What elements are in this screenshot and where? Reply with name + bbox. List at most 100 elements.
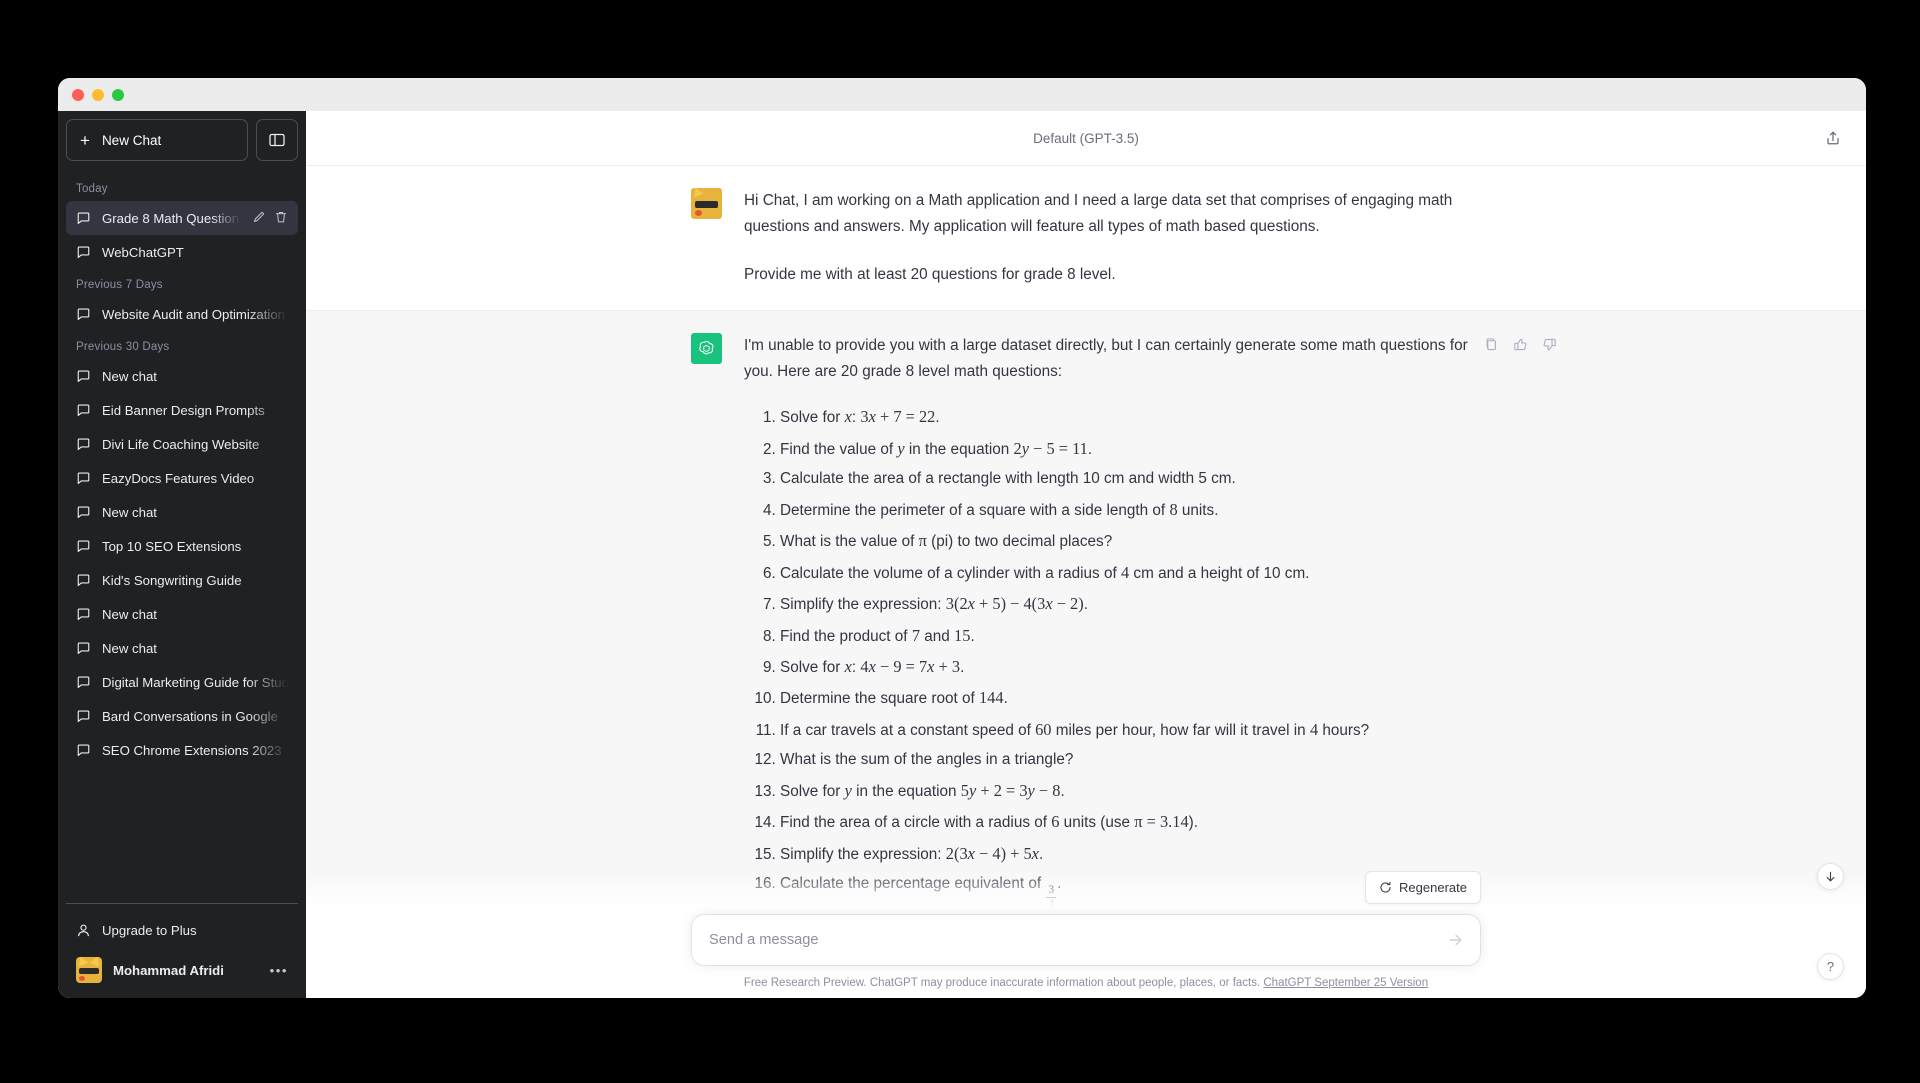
chat-history-item[interactable]: New chat — [66, 495, 298, 529]
chat-history-item-label: New chat — [102, 368, 157, 384]
chat-history-item[interactable]: Grade 8 Math Question — [66, 201, 298, 235]
new-chat-button[interactable]: + New Chat — [66, 119, 248, 161]
history-group-label: Previous 30 Days — [76, 341, 170, 353]
chat-history-item-label: Bard Conversations in Google — [102, 708, 278, 724]
math-question-item: Find the product of 7 and 15. — [780, 624, 1481, 649]
main-panel: Default (GPT-3.5) Hi Chat, I am working … — [306, 111, 1866, 998]
send-button[interactable] — [1445, 929, 1467, 951]
math-question-item: What is the sum of the angles in a trian… — [780, 749, 1481, 772]
chat-bubble-icon — [76, 437, 91, 452]
regenerate-button[interactable]: Regenerate — [1365, 871, 1481, 904]
chat-history-item-label: New chat — [102, 606, 157, 622]
rename-chat-icon[interactable] — [252, 210, 266, 227]
app-window: + New Chat Today Grade 8 Math Question Web… — [58, 78, 1866, 998]
math-question-item: Calculate the area of a rectangle with l… — [780, 468, 1481, 491]
math-question-item: Determine the perimeter of a square with… — [780, 498, 1481, 523]
screen: + New Chat Today Grade 8 Math Question Web… — [0, 0, 1920, 1083]
chat-history-item[interactable]: Website Audit and Optimization — [66, 297, 298, 331]
chat-bubble-icon — [76, 505, 91, 520]
chat-history-item-label: WebChatGPT — [102, 244, 184, 260]
chat-history-item[interactable]: Bard Conversations in Google — [66, 699, 298, 733]
scroll-to-bottom-button[interactable] — [1817, 863, 1844, 890]
math-question-item: Find the value of y in the equation 2y −… — [780, 437, 1481, 462]
maximize-window-icon[interactable] — [112, 88, 124, 101]
close-window-icon[interactable] — [72, 88, 84, 101]
regenerate-label: Regenerate — [1399, 880, 1467, 895]
chat-history-item-label: Eid Banner Design Prompts — [102, 402, 265, 418]
minimize-window-icon[interactable] — [92, 88, 104, 101]
user-avatar — [691, 188, 722, 219]
chat-history-item-label: Top 10 SEO Extensions — [102, 538, 242, 554]
math-question-item: Solve for y in the equation 5y + 2 = 3y … — [780, 779, 1481, 804]
user-account-button[interactable]: Mohammad Afridi ••• — [66, 950, 298, 990]
chat-history-item[interactable]: New chat — [66, 631, 298, 665]
sidebar-top: + New Chat — [66, 119, 298, 161]
chat-history-item[interactable]: Divi Life Coaching Website — [66, 427, 298, 461]
chat-history-item[interactable]: New chat — [66, 597, 298, 631]
plus-icon: + — [80, 130, 90, 150]
chat-bubble-icon — [76, 539, 91, 554]
sidebar: + New Chat Today Grade 8 Math Question Web… — [58, 111, 306, 998]
user-paragraph: Provide me with at least 20 questions fo… — [744, 265, 1116, 283]
user-message-body: Hi Chat, I am working on a Math applicat… — [744, 188, 1481, 288]
math-question-item: Solve for x: 3x + 7 = 22. — [780, 405, 1481, 430]
chat-bubble-icon — [76, 471, 91, 486]
input-row — [306, 914, 1866, 966]
chat-history-item-label: New chat — [102, 640, 157, 656]
math-question-item: Simplify the expression: 2(3x − 4) + 5x. — [780, 842, 1481, 867]
chat-history-item-label: EazyDocs Features Video — [102, 470, 255, 486]
chat-bubble-icon — [76, 369, 91, 384]
help-button[interactable]: ? — [1817, 953, 1844, 980]
chat-history-item-label: Website Audit and Optimization — [102, 306, 286, 322]
chat-bubble-icon — [76, 607, 91, 622]
message-input-box[interactable] — [691, 914, 1481, 966]
user-paragraph: Hi Chat, I am working on a Math applicat… — [744, 192, 1453, 236]
chat-bubble-icon — [76, 675, 91, 690]
toggle-sidebar-button[interactable] — [256, 119, 298, 161]
chat-history-item[interactable]: EazyDocs Features Video — [66, 461, 298, 495]
math-question-item: What is the value of π (pi) to two decim… — [780, 529, 1481, 554]
assistant-intro: I'm unable to provide you with a large d… — [744, 336, 1468, 381]
chat-bubble-icon — [76, 743, 91, 758]
chat-history-item[interactable]: New chat — [66, 359, 298, 393]
panel-icon — [269, 133, 285, 147]
copy-icon[interactable] — [1481, 335, 1501, 355]
version-link[interactable]: ChatGPT September 25 Version — [1263, 977, 1428, 989]
openai-logo-icon — [699, 340, 714, 355]
model-selector[interactable]: Default (GPT-3.5) — [1033, 131, 1139, 146]
footnote: Free Research Preview. ChatGPT may produ… — [306, 977, 1866, 989]
chat-history-item-label: SEO Chrome Extensions 2023 — [102, 742, 282, 758]
chat-history-item-label: Kid's Songwriting Guide — [102, 572, 242, 588]
chat-bubble-icon — [76, 641, 91, 656]
help-label: ? — [1826, 959, 1835, 974]
math-question-item: Find the area of a circle with a radius … — [780, 810, 1481, 835]
chat-history-list[interactable]: Today Grade 8 Math Question WebChatGPT Prev… — [66, 167, 298, 903]
arrow-down-icon — [1826, 871, 1835, 882]
history-group-label: Previous 7 Days — [76, 279, 163, 291]
chat-history-item[interactable]: WebChatGPT — [66, 235, 298, 269]
regenerate-row: Regenerate — [306, 871, 1866, 904]
chat-bubble-icon — [76, 245, 91, 260]
composer: Regenerate Send a message Free Research … — [306, 871, 1866, 998]
chat-history-item[interactable]: Top 10 SEO Extensions — [66, 529, 298, 563]
thumbs-up-icon[interactable] — [1510, 335, 1530, 355]
upgrade-to-plus-button[interactable]: Upgrade to Plus — [66, 910, 298, 950]
math-question-item: If a car travels at a constant speed of … — [780, 718, 1481, 743]
share-button[interactable] — [1818, 123, 1848, 153]
new-chat-label: New Chat — [101, 132, 162, 148]
chat-history-item-label: Grade 8 Math Question — [102, 210, 240, 226]
user-menu-icon[interactable]: ••• — [270, 963, 288, 978]
chat-bubble-icon — [76, 307, 91, 322]
delete-chat-icon[interactable] — [274, 210, 288, 227]
refresh-icon — [1380, 881, 1391, 893]
assistant-avatar — [691, 332, 722, 364]
chat-history-item[interactable]: Kid's Songwriting Guide — [66, 563, 298, 597]
thumbs-down-icon[interactable] — [1539, 335, 1559, 355]
user-message: Hi Chat, I am working on a Math applicat… — [306, 166, 1866, 310]
chat-history-item[interactable]: Digital Marketing Guide for Students — [66, 665, 298, 699]
window-titlebar — [58, 78, 1866, 111]
chat-history-item-label: New chat — [102, 504, 157, 520]
chat-history-item[interactable]: Eid Banner Design Prompts — [66, 393, 298, 427]
message-input[interactable] — [709, 915, 1434, 965]
chat-history-item[interactable]: SEO Chrome Extensions 2023 — [66, 733, 298, 767]
